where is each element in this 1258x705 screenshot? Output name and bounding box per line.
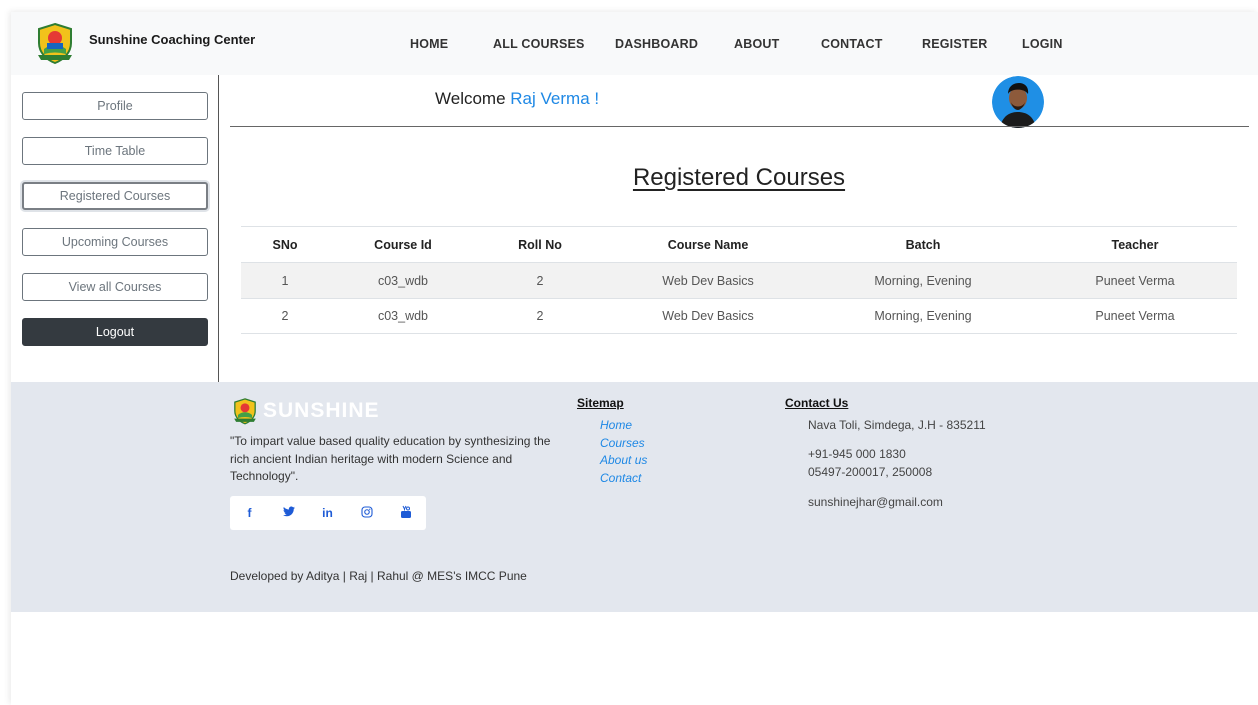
footer-logo-text: SUNSHINE [263, 399, 380, 422]
table-header-course-id: Course Id [374, 237, 432, 252]
header-divider [230, 126, 1249, 127]
developer-credit: Developed by Aditya | Raj | Rahul @ MES'… [230, 569, 527, 583]
table-cell: 1 [281, 273, 289, 288]
logout-button[interactable]: Logout [22, 318, 208, 346]
table-cell: Puneet Verma [1095, 273, 1175, 288]
footer-logo[interactable]: SUNSHINE [231, 397, 380, 425]
nav-home[interactable]: HOME [410, 37, 448, 51]
sitemap-link-courses[interactable]: Courses [600, 436, 645, 450]
twitter-bird-icon [282, 506, 295, 517]
sidebar-item-upcoming-courses[interactable]: Upcoming Courses [22, 228, 208, 256]
contact-phone: +91-945 000 1830 [808, 447, 906, 461]
welcome-prefix: Welcome [435, 89, 506, 108]
table-cell: Morning, Evening [874, 273, 972, 288]
brand-name: Sunshine Coaching Center [89, 31, 256, 47]
sidebar: Profile Time Table Registered Courses Up… [11, 75, 219, 382]
table-header-row: SNo Course Id Roll No Course Name Batch … [241, 226, 1237, 262]
linkedin-icon[interactable]: in [308, 506, 347, 520]
instagram-glyph-icon [360, 505, 373, 518]
table-header-teacher: Teacher [1111, 237, 1159, 252]
table-cell: 2 [281, 309, 289, 323]
facebook-icon[interactable]: f [230, 506, 269, 520]
social-links: f in [230, 496, 426, 530]
avatar[interactable] [992, 76, 1044, 128]
user-avatar-icon [992, 76, 1044, 128]
logo-icon [234, 398, 256, 425]
table-cell: Puneet Verma [1095, 309, 1175, 323]
sitemap-link-about[interactable]: About us [600, 453, 647, 467]
contact-address: Nava Toli, Simdega, J.H - 835211 [808, 418, 986, 432]
sitemap-heading: Sitemap [577, 396, 624, 410]
youtube-glyph-icon [400, 505, 411, 518]
table-cell: Morning, Evening [874, 309, 972, 323]
table-header-roll-no: Roll No [518, 237, 562, 252]
table-row: 2 c03_wdb 2 Web Dev Basics Morning, Even… [241, 298, 1237, 334]
table-cell: 2 [536, 273, 544, 288]
table-cell: Web Dev Basics [662, 309, 754, 323]
nav-dashboard[interactable]: DASHBOARD [615, 37, 698, 51]
nav-contact[interactable]: CONTACT [821, 37, 883, 51]
sidebar-item-profile[interactable]: Profile [22, 92, 208, 120]
contact-email[interactable]: sunshinejhar@gmail.com [808, 495, 943, 509]
table-cell: Web Dev Basics [662, 273, 754, 288]
nav-all-courses[interactable]: ALL COURSES [493, 37, 585, 51]
page-title: Registered Courses [632, 164, 846, 191]
sitemap-link-contact[interactable]: Contact [600, 471, 641, 485]
registered-courses-table: SNo Course Id Roll No Course Name Batch … [241, 226, 1237, 334]
nav-register[interactable]: REGISTER [922, 37, 988, 51]
sidebar-item-time-table[interactable]: Time Table [22, 137, 208, 165]
footer-quote: "To impart value based quality education… [230, 434, 551, 483]
welcome-message: Welcome Raj Verma ! [435, 89, 599, 109]
table-row: 1 c03_wdb 2 Web Dev Basics Morning, Even… [241, 262, 1237, 298]
page: Sunshine Coaching Center HOME ALL COURSE… [11, 12, 1258, 705]
table-cell: c03_wdb [377, 273, 429, 288]
welcome-user-name: Raj Verma ! [510, 89, 600, 108]
table-header-batch: Batch [905, 237, 941, 252]
logo-icon [38, 22, 72, 65]
table-cell: 2 [536, 309, 544, 323]
table-header-course-name: Course Name [667, 237, 749, 252]
twitter-icon[interactable] [269, 506, 308, 520]
table-cell: c03_wdb [377, 309, 429, 323]
sidebar-item-view-all-courses[interactable]: View all Courses [22, 273, 208, 301]
instagram-icon[interactable] [347, 505, 386, 521]
sitemap-link-home[interactable]: Home [600, 418, 632, 432]
footer: SUNSHINE "To impart value based quality … [11, 382, 1258, 612]
table-header-sno: SNo [272, 237, 298, 252]
contact-heading: Contact Us [785, 396, 849, 410]
nav-about[interactable]: ABOUT [734, 37, 779, 51]
nav-login[interactable]: LOGIN [1022, 37, 1063, 51]
youtube-icon[interactable] [386, 505, 425, 522]
navbar: Sunshine Coaching Center HOME ALL COURSE… [11, 12, 1258, 75]
contact-landline: 05497-200017, 250008 [808, 465, 933, 479]
brand[interactable]: Sunshine Coaching Center [33, 21, 255, 65]
